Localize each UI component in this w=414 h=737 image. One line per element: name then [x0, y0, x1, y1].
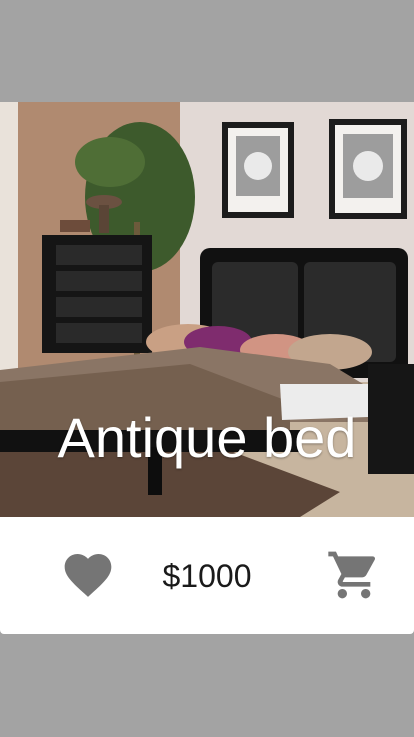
product-card: Antique bed $1000 [0, 102, 414, 634]
product-price: $1000 [162, 558, 252, 594]
add-to-cart-button[interactable] [326, 547, 382, 603]
product-actions: $1000 [0, 517, 414, 634]
favorite-button[interactable] [60, 547, 116, 603]
product-image: Antique bed [0, 102, 414, 517]
product-title: Antique bed [57, 406, 357, 469]
cart-icon [328, 551, 376, 599]
heart-icon [64, 554, 112, 597]
